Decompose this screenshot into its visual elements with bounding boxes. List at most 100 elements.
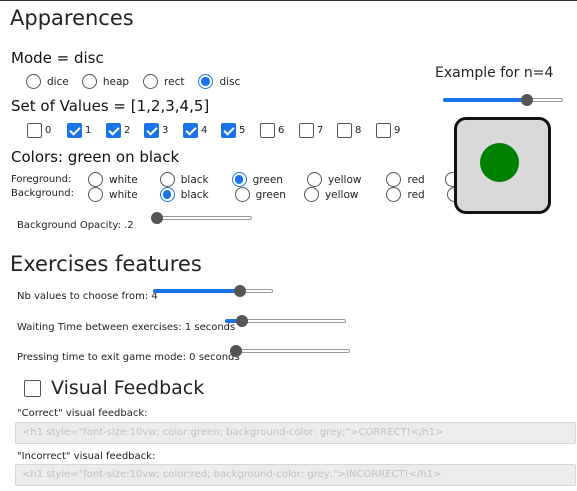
- background-option-label: black: [180, 188, 209, 201]
- value-checkbox-8[interactable]: 8: [337, 123, 361, 138]
- nb-values-label: Nb values to choose from: 4: [17, 291, 158, 302]
- checkbox-label: 6: [278, 125, 285, 136]
- background-option-label: red: [407, 188, 425, 201]
- foreground-option-red[interactable]: red: [386, 172, 425, 187]
- checkbox-box[interactable]: [376, 123, 391, 138]
- foreground-radio-black[interactable]: [159, 172, 175, 187]
- mode-option-rect[interactable]: rect: [143, 74, 184, 89]
- background-option-red[interactable]: red: [386, 187, 425, 202]
- mode-option-dice[interactable]: dice: [26, 74, 69, 89]
- checkbox-box[interactable]: [67, 123, 82, 138]
- slider-thumb[interactable]: [151, 212, 163, 224]
- checkbox-box[interactable]: [337, 123, 352, 138]
- foreground-radio-white[interactable]: [88, 172, 103, 187]
- background-radio-yellow[interactable]: [303, 187, 319, 202]
- incorrect-feedback-label: "Incorrect" visual feedback:: [17, 451, 156, 462]
- background-option-black[interactable]: black: [159, 187, 209, 202]
- mode-radio-dice[interactable]: [26, 74, 41, 89]
- values-label: Set of Values = [1,2,3,4,5]: [11, 97, 210, 115]
- slider-thumb[interactable]: [520, 94, 533, 106]
- background-option-yellow[interactable]: yellow: [303, 187, 359, 202]
- slider-track[interactable]: [151, 216, 252, 220]
- mode-option-label: dice: [47, 75, 69, 88]
- foreground-option-yellow[interactable]: yellow: [306, 172, 362, 187]
- foreground-radio-red[interactable]: [386, 172, 402, 187]
- checkbox-label: 9: [394, 125, 401, 136]
- slider-thumb[interactable]: [235, 315, 248, 327]
- background-radio-red[interactable]: [386, 187, 402, 202]
- foreground-option-label: red: [407, 173, 425, 186]
- value-checkbox-7[interactable]: 7: [299, 123, 323, 138]
- background-label: Background:: [11, 188, 75, 199]
- background-radio-white[interactable]: [88, 187, 103, 202]
- checkbox-label: 8: [355, 125, 362, 136]
- background-opacity-slider[interactable]: [151, 212, 252, 224]
- slider-track[interactable]: [230, 349, 350, 353]
- slider-fill: [153, 289, 240, 293]
- mode-radio-rect[interactable]: [143, 74, 159, 89]
- foreground-label: Foreground:: [11, 174, 72, 185]
- checkbox-box[interactable]: [27, 123, 42, 138]
- mode-radio-heap[interactable]: [81, 74, 97, 89]
- mode-option-heap[interactable]: heap: [81, 74, 129, 89]
- checkbox-box[interactable]: [144, 123, 159, 138]
- appearances-heading: Apparences: [10, 6, 134, 30]
- checkbox-box[interactable]: [221, 123, 236, 138]
- foreground-option-label: white: [109, 173, 138, 186]
- mode-option-label: disc: [219, 75, 241, 88]
- value-checkbox-6[interactable]: 6: [260, 123, 284, 138]
- visual-feedback-label: Visual Feedback: [51, 377, 205, 399]
- foreground-option-label: yellow: [327, 173, 362, 186]
- background-option-white[interactable]: white: [88, 187, 138, 202]
- mode-radio-group: dice heap rect disc: [26, 74, 240, 89]
- background-radio-green[interactable]: [234, 187, 250, 202]
- correct-feedback-label: "Correct" visual feedback:: [17, 408, 148, 419]
- waiting-time-label: Waiting Time between exercises: 1 second…: [17, 322, 236, 333]
- value-checkbox-4[interactable]: 4: [183, 123, 207, 138]
- example-n-slider[interactable]: [443, 94, 563, 106]
- background-option-green[interactable]: green: [234, 187, 286, 202]
- correct-feedback-input[interactable]: <h1 style="font-size:10vw; color:green; …: [15, 422, 576, 444]
- background-radio-black[interactable]: [159, 187, 175, 202]
- checkbox-box[interactable]: [106, 123, 121, 138]
- colors-label: Colors: green on black: [11, 148, 180, 166]
- background-option-label: yellow: [324, 188, 359, 201]
- value-checkbox-1[interactable]: 1: [67, 123, 91, 138]
- foreground-option-white[interactable]: white: [88, 172, 138, 187]
- slider-thumb[interactable]: [234, 285, 246, 297]
- foreground-radio-green[interactable]: [231, 172, 247, 187]
- pressing-time-slider[interactable]: [230, 345, 350, 357]
- mode-label: Mode = disc: [11, 49, 104, 67]
- nb-values-slider[interactable]: [153, 285, 273, 297]
- foreground-radio-yellow[interactable]: [306, 172, 322, 187]
- checkbox-box[interactable]: [299, 123, 314, 138]
- mode-option-disc[interactable]: disc: [198, 74, 240, 89]
- checkbox-box[interactable]: [260, 123, 275, 138]
- mode-radio-disc[interactable]: [198, 74, 214, 89]
- checkbox-box[interactable]: [183, 123, 198, 138]
- example-disc: [480, 143, 519, 182]
- foreground-option-black[interactable]: black: [159, 172, 209, 187]
- value-checkbox-2[interactable]: 2: [106, 123, 130, 138]
- foreground-option-green[interactable]: green: [231, 172, 283, 187]
- waiting-time-slider[interactable]: [225, 315, 346, 327]
- value-checkbox-9[interactable]: 9: [376, 123, 400, 138]
- pressing-time-label: Pressing time to exit game mode: 0 secon…: [17, 352, 240, 363]
- checkbox-label: 4: [201, 125, 208, 136]
- slider-thumb[interactable]: [230, 345, 242, 357]
- foreground-radio-group: whiteblackgreenyellowredblue: [88, 172, 488, 187]
- checkbox-label: 1: [85, 125, 92, 136]
- values-checkbox-group: 0 1 2 3 4 5 6 7 8 9: [27, 123, 427, 139]
- foreground-option-label: black: [180, 173, 209, 186]
- slider-fill: [443, 98, 527, 102]
- value-checkbox-5[interactable]: 5: [221, 123, 245, 138]
- incorrect-feedback-input[interactable]: <h1 style="font-size:10vw; color:red; ba…: [15, 464, 576, 486]
- value-checkbox-0[interactable]: 0: [27, 123, 51, 138]
- example-label: Example for n=4: [435, 65, 554, 81]
- visual-feedback-row: Visual Feedback: [24, 377, 204, 399]
- exercises-heading: Exercises features: [10, 252, 202, 276]
- value-checkbox-3[interactable]: 3: [144, 123, 168, 138]
- background-option-label: green: [255, 188, 286, 201]
- top-border: [0, 0, 577, 1]
- visual-feedback-checkbox[interactable]: [24, 379, 41, 397]
